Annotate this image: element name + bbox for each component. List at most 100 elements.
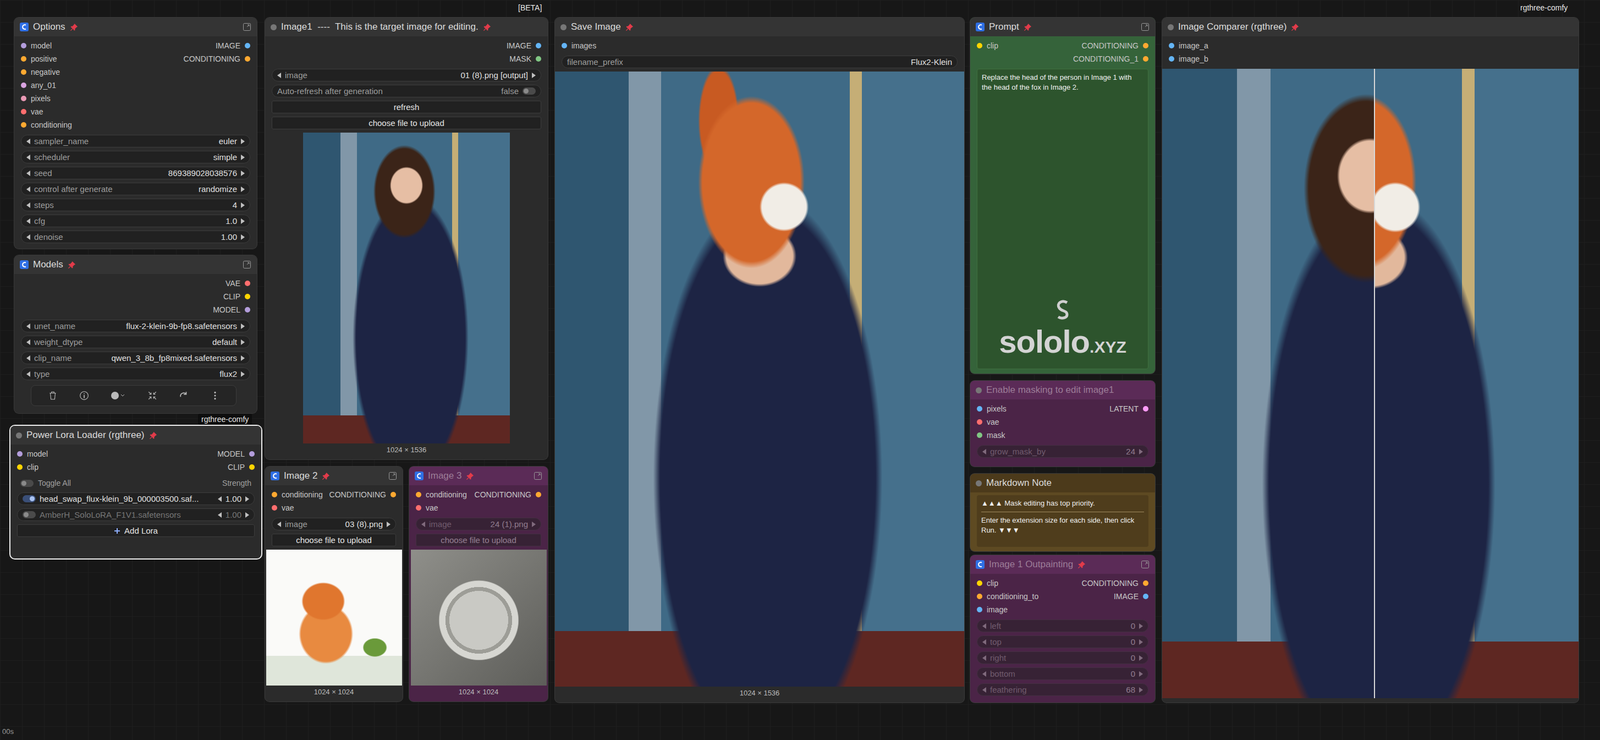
input-dot[interactable] <box>17 451 23 457</box>
node-title-bar[interactable]: Enable masking to edit image1 <box>970 380 1156 400</box>
widget-value[interactable]: 24 (1).png <box>490 519 529 529</box>
combo-widget[interactable]: seed869389028038576 <box>20 166 251 180</box>
node-title-bar[interactable]: Markdown Note <box>970 473 1156 493</box>
expand-icon[interactable] <box>242 22 252 32</box>
output-slot[interactable]: IMAGE <box>215 41 251 51</box>
input-dot[interactable] <box>20 95 27 102</box>
output-slot[interactable]: CONDITIONING <box>474 490 542 499</box>
decrement-icon[interactable] <box>982 686 987 693</box>
input-dot[interactable] <box>271 491 278 498</box>
collapse-dot-icon[interactable] <box>1167 24 1174 31</box>
input-slot[interactable]: clip <box>976 41 999 51</box>
lora-name[interactable]: head_swap_flux-klein_9b_000003500.saf... <box>39 493 199 504</box>
decrement-icon[interactable] <box>26 218 31 224</box>
output-dot[interactable] <box>1142 593 1149 599</box>
input-slot[interactable]: model <box>17 449 48 459</box>
output-slot[interactable]: MODEL <box>212 305 251 315</box>
output-dot[interactable] <box>535 491 542 498</box>
node[interactable]: Image1 ---- This is the target image for… <box>265 17 548 460</box>
increment-icon[interactable] <box>240 339 245 345</box>
widget-value[interactable]: 0 <box>1130 620 1136 631</box>
input-dot[interactable] <box>1168 56 1175 62</box>
widget-value[interactable]: 1.00 <box>221 232 238 242</box>
combo-widget[interactable]: image24 (1).png <box>415 517 542 531</box>
output-dot[interactable] <box>1142 56 1149 62</box>
output-dot[interactable] <box>535 42 542 49</box>
increment-icon[interactable] <box>240 371 245 377</box>
node[interactable]: Power Lora Loader (rgthree)modelMODELcli… <box>10 425 262 559</box>
input-dot[interactable] <box>20 42 27 49</box>
input-slot[interactable]: negative <box>20 67 60 77</box>
increment-icon[interactable] <box>1139 623 1143 629</box>
node[interactable]: Image 1 OutpaintingclipCONDITIONINGcondi… <box>970 554 1156 703</box>
input-dot[interactable] <box>561 42 568 49</box>
input-slot[interactable]: vae <box>976 417 1000 427</box>
node[interactable]: Enable masking to edit image1pixelsLATEN… <box>970 380 1156 467</box>
output-dot[interactable] <box>1142 580 1149 586</box>
decrement-icon[interactable] <box>26 371 31 377</box>
button-widget[interactable]: choose file to upload <box>271 533 397 547</box>
button-label[interactable]: choose file to upload <box>368 118 445 128</box>
button-label[interactable]: Add Lora <box>124 525 158 536</box>
toggle-all-label[interactable]: Toggle All <box>37 478 71 488</box>
combo-widget[interactable]: typeflux2 <box>20 367 251 381</box>
decrement-icon[interactable] <box>421 521 426 527</box>
combo-widget[interactable]: grow_mask_by24 <box>976 444 1149 458</box>
lora-row[interactable]: AmberH_SoloLoRA_F1V1.safetensors1.00 <box>17 508 255 521</box>
input-slot[interactable]: positive <box>20 54 57 64</box>
combo-widget[interactable]: cfg1.0 <box>20 214 251 228</box>
text-widget[interactable]: filename_prefixFlux2-Klein <box>561 55 958 69</box>
button-widget[interactable]: choose file to upload <box>415 533 542 547</box>
output-slot[interactable]: LATENT <box>1109 404 1149 414</box>
input-slot[interactable]: mask <box>976 430 1005 440</box>
combo-widget[interactable]: steps4 <box>20 198 251 212</box>
decrement-icon[interactable] <box>217 512 222 518</box>
increment-icon[interactable] <box>245 496 250 502</box>
collapse-dot-icon[interactable] <box>975 387 982 394</box>
toggle-switch[interactable] <box>522 87 536 95</box>
output-dot[interactable] <box>535 56 542 62</box>
increment-icon[interactable] <box>240 218 245 224</box>
combo-widget[interactable]: right0 <box>976 651 1149 664</box>
input-slot[interactable]: conditioning_to <box>976 591 1039 601</box>
increment-icon[interactable] <box>531 72 536 79</box>
increment-icon[interactable] <box>240 202 245 208</box>
increment-icon[interactable] <box>240 138 245 145</box>
increment-icon[interactable] <box>240 170 245 177</box>
widget-value[interactable]: 869389028038576 <box>168 168 238 178</box>
increment-icon[interactable] <box>1139 671 1143 677</box>
widget-value[interactable]: Flux2-Klein <box>910 57 953 67</box>
increment-icon[interactable] <box>240 186 245 192</box>
increment-icon[interactable] <box>1139 655 1143 661</box>
widget-value[interactable]: 1.0 <box>225 216 238 226</box>
input-slot[interactable]: image <box>976 605 1008 614</box>
expand-icon[interactable] <box>1140 22 1150 32</box>
combo-widget[interactable]: schedulersimple <box>20 150 251 164</box>
input-dot[interactable] <box>20 69 27 75</box>
toggle-switch[interactable] <box>22 495 36 503</box>
output-slot[interactable]: IMAGE <box>1113 591 1149 601</box>
input-slot[interactable]: model <box>20 41 52 51</box>
widget-value[interactable]: 4 <box>232 200 238 210</box>
input-slot[interactable]: conditioning <box>271 490 323 499</box>
decrement-icon[interactable] <box>26 323 31 329</box>
combo-widget[interactable]: top0 <box>976 635 1149 648</box>
input-dot[interactable] <box>20 122 27 128</box>
compare-slider[interactable] <box>1373 68 1376 698</box>
widget-value[interactable]: euler <box>218 136 238 146</box>
output-slot[interactable]: CONDITIONING <box>183 54 251 64</box>
combo-widget[interactable]: feathering68 <box>976 683 1149 696</box>
input-dot[interactable] <box>20 108 27 115</box>
input-dot[interactable] <box>271 504 278 511</box>
output-dot[interactable] <box>249 451 255 457</box>
input-dot[interactable] <box>976 593 983 599</box>
increment-icon[interactable] <box>1139 448 1143 455</box>
comparer-frame[interactable] <box>1162 68 1579 698</box>
button-widget[interactable]: choose file to upload <box>271 116 542 130</box>
input-slot[interactable]: pixels <box>20 94 51 103</box>
output-dot[interactable] <box>244 280 251 287</box>
widget-value[interactable]: flux-2-klein-9b-fp8.safetensors <box>125 321 238 331</box>
widget-value[interactable]: randomize <box>198 184 238 194</box>
decrement-icon[interactable] <box>277 521 282 527</box>
output-dot[interactable] <box>244 293 251 300</box>
